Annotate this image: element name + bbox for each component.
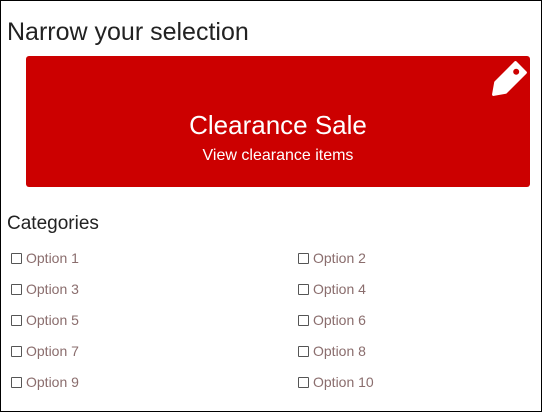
option-2-checkbox[interactable] xyxy=(298,252,309,264)
option-10[interactable]: Option 10 xyxy=(298,371,374,393)
option-3-checkbox[interactable] xyxy=(11,283,22,295)
option-7-checkbox[interactable] xyxy=(11,345,22,357)
option-5-checkbox[interactable] xyxy=(11,314,22,326)
option-9-checkbox[interactable] xyxy=(11,376,22,388)
categories-heading: Categories xyxy=(7,213,99,234)
option-4-checkbox[interactable] xyxy=(298,283,309,295)
page-title: Narrow your selection xyxy=(7,18,249,46)
banner-link[interactable]: View clearance items xyxy=(26,146,530,166)
banner-title: Clearance Sale xyxy=(189,110,367,140)
option-8[interactable]: Option 8 xyxy=(298,340,366,362)
clearance-sale-banner[interactable]: Clearance Sale View clearance items xyxy=(26,56,530,187)
option-2-label: Option 2 xyxy=(313,250,366,266)
option-8-label: Option 8 xyxy=(313,343,366,359)
option-3-label: Option 3 xyxy=(26,281,79,297)
option-9-label: Option 9 xyxy=(26,374,79,390)
option-6[interactable]: Option 6 xyxy=(298,309,366,331)
option-9[interactable]: Option 9 xyxy=(11,371,79,393)
option-5-label: Option 5 xyxy=(26,312,79,328)
option-2[interactable]: Option 2 xyxy=(298,247,366,269)
option-4-label: Option 4 xyxy=(313,281,366,297)
option-10-label: Option 10 xyxy=(313,374,374,390)
option-7[interactable]: Option 7 xyxy=(11,340,79,362)
tag-icon xyxy=(492,61,527,96)
option-5[interactable]: Option 5 xyxy=(11,309,79,331)
option-1[interactable]: Option 1 xyxy=(11,247,79,269)
option-7-label: Option 7 xyxy=(26,343,79,359)
option-6-checkbox[interactable] xyxy=(298,314,309,326)
option-6-label: Option 6 xyxy=(313,312,366,328)
category-options: Option 1 Option 2 Option 3 Option 4 Opti… xyxy=(11,247,531,407)
option-10-checkbox[interactable] xyxy=(298,376,309,388)
option-8-checkbox[interactable] xyxy=(298,345,309,357)
option-4[interactable]: Option 4 xyxy=(298,278,366,300)
page-frame: Narrow your selection Clearance Sale Vie… xyxy=(0,0,542,412)
option-1-checkbox[interactable] xyxy=(11,252,22,264)
option-3[interactable]: Option 3 xyxy=(11,278,79,300)
option-1-label: Option 1 xyxy=(26,250,79,266)
